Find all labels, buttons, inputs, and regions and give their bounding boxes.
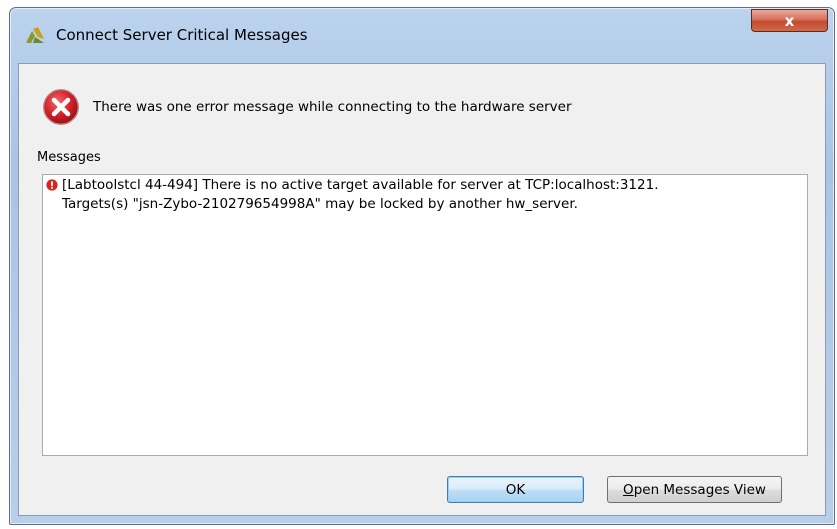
open-messages-view-label: pen Messages View: [633, 481, 766, 498]
messages-label: Messages: [37, 150, 101, 165]
dialog-window: Connect Server Critical Messages x There…: [9, 7, 835, 525]
error-icon: [43, 89, 79, 125]
critical-warning-icon: [46, 179, 58, 191]
dialog-body: There was one error message while connec…: [18, 63, 826, 516]
open-messages-view-mnemonic: O: [623, 481, 634, 498]
open-messages-view-button[interactable]: Open Messages View: [607, 476, 782, 503]
close-icon: x: [784, 11, 795, 30]
title-bar[interactable]: Connect Server Critical Messages x: [10, 8, 834, 62]
vivado-logo-icon: [26, 27, 44, 43]
messages-list[interactable]: [Labtoolstcl 44-494] There is no active …: [42, 174, 808, 456]
message-text-line-1: [Labtoolstcl 44-494] There is no active …: [62, 177, 659, 193]
window-title: Connect Server Critical Messages: [56, 26, 308, 44]
close-button[interactable]: x: [751, 9, 828, 32]
ok-button-label: OK: [505, 481, 526, 498]
ok-button[interactable]: OK: [447, 476, 584, 503]
header-message: There was one error message while connec…: [93, 99, 572, 115]
message-text-line-2: Targets(s) "jsn-Zybo-210279654998A" may …: [62, 196, 578, 212]
